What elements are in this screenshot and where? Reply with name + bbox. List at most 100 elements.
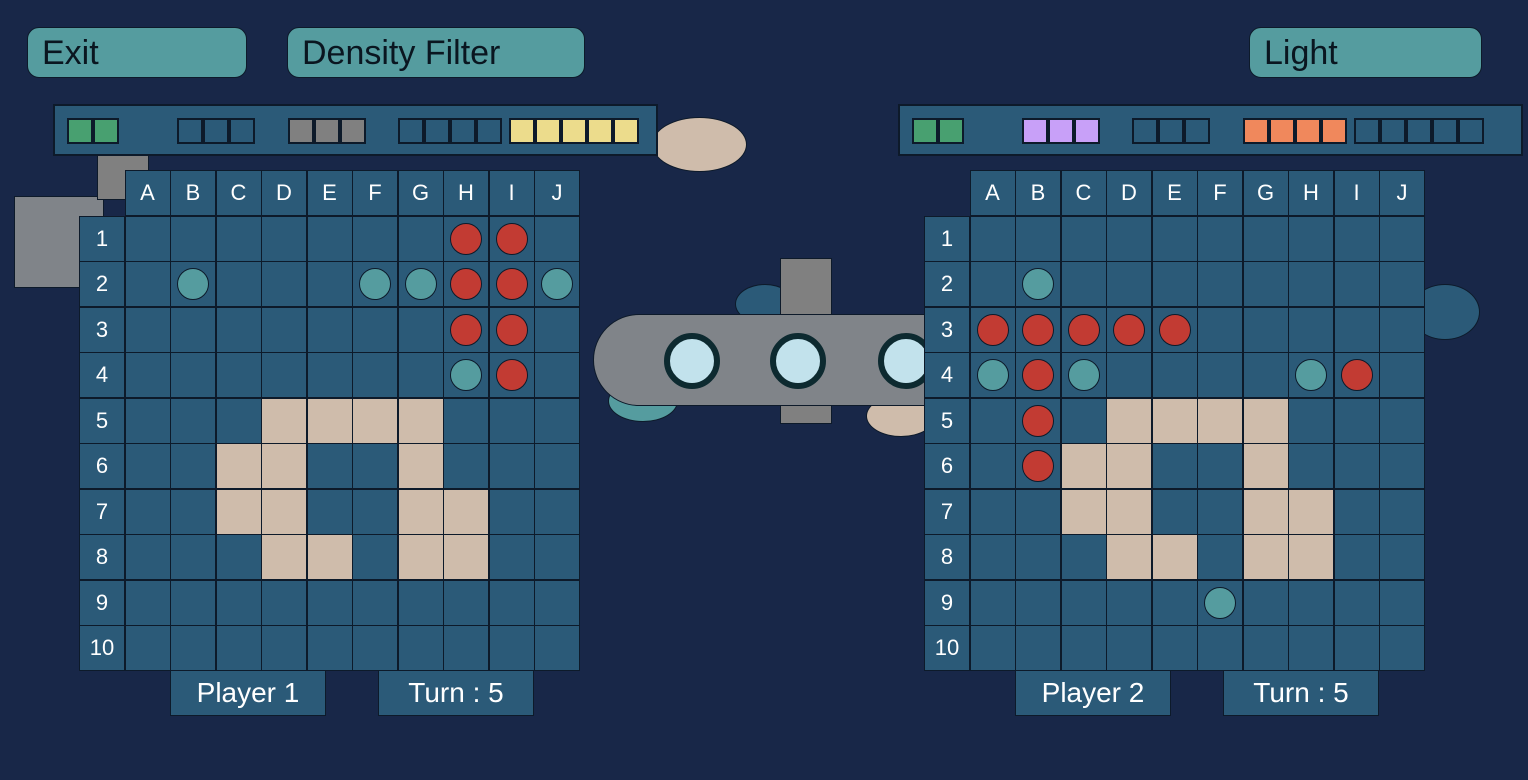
board-cell-G10[interactable] (397, 625, 444, 671)
board-cell-I2[interactable] (488, 261, 535, 307)
board-cell-A8[interactable] (969, 534, 1016, 580)
board-cell-B5[interactable] (1015, 397, 1061, 444)
board-cell-F7[interactable] (352, 488, 398, 535)
board-cell-G4[interactable] (397, 352, 444, 398)
exit-button[interactable]: Exit (27, 27, 247, 78)
board-cell-J9[interactable] (534, 579, 580, 626)
board-cell-J4[interactable] (1379, 352, 1425, 398)
board-cell-C1[interactable] (215, 215, 262, 262)
board-cell-B9[interactable] (170, 579, 216, 626)
board-cell-E4[interactable] (306, 352, 353, 398)
board-cell-H6[interactable] (443, 443, 489, 489)
board-cell-F6[interactable] (1197, 443, 1243, 489)
board-cell-F8[interactable] (1197, 534, 1243, 580)
board-cell-I10[interactable] (488, 625, 535, 671)
board-cell-H9[interactable] (443, 579, 489, 626)
board-cell-G10[interactable] (1242, 625, 1289, 671)
board-cell-E10[interactable] (1151, 625, 1198, 671)
board-cell-B9[interactable] (1015, 579, 1061, 626)
board-cell-I4[interactable] (1333, 352, 1380, 398)
board-cell-H9[interactable] (1288, 579, 1334, 626)
board-cell-B2[interactable] (170, 261, 216, 307)
board-cell-C6[interactable] (1060, 443, 1107, 489)
board-cell-J5[interactable] (1379, 397, 1425, 444)
board-cell-C9[interactable] (1060, 579, 1107, 626)
board-cell-F1[interactable] (352, 215, 398, 262)
board-cell-H2[interactable] (1288, 261, 1334, 307)
board-cell-J10[interactable] (534, 625, 580, 671)
board-cell-I8[interactable] (1333, 534, 1380, 580)
board-cell-F7[interactable] (1197, 488, 1243, 535)
board-cell-B3[interactable] (1015, 306, 1061, 353)
board-cell-D9[interactable] (261, 579, 307, 626)
board-cell-G8[interactable] (1242, 534, 1289, 580)
board-cell-B6[interactable] (170, 443, 216, 489)
board-cell-C8[interactable] (1060, 534, 1107, 580)
board-cell-J2[interactable] (1379, 261, 1425, 307)
board-cell-C3[interactable] (1060, 306, 1107, 353)
board-cell-E5[interactable] (306, 397, 353, 444)
board-cell-A6[interactable] (124, 443, 171, 489)
board-cell-B8[interactable] (170, 534, 216, 580)
board-cell-I3[interactable] (488, 306, 535, 353)
board-cell-G6[interactable] (397, 443, 444, 489)
board-cell-C9[interactable] (215, 579, 262, 626)
board-cell-F4[interactable] (1197, 352, 1243, 398)
density-filter-button[interactable]: Density Filter (287, 27, 585, 78)
board-cell-C5[interactable] (215, 397, 262, 444)
board-cell-J6[interactable] (1379, 443, 1425, 489)
board-cell-A6[interactable] (969, 443, 1016, 489)
board-cell-C7[interactable] (215, 488, 262, 535)
board-cell-H1[interactable] (1288, 215, 1334, 262)
board-cell-J1[interactable] (1379, 215, 1425, 262)
board-cell-E3[interactable] (306, 306, 353, 353)
board-cell-G8[interactable] (397, 534, 444, 580)
board-cell-A3[interactable] (969, 306, 1016, 353)
board-cell-J7[interactable] (1379, 488, 1425, 535)
board-cell-C4[interactable] (215, 352, 262, 398)
board-cell-D2[interactable] (1106, 261, 1152, 307)
board-cell-I5[interactable] (488, 397, 535, 444)
board-cell-A4[interactable] (969, 352, 1016, 398)
board-cell-A5[interactable] (124, 397, 171, 444)
board-cell-E8[interactable] (1151, 534, 1198, 580)
board-cell-I1[interactable] (1333, 215, 1380, 262)
board-cell-H5[interactable] (1288, 397, 1334, 444)
board-cell-A9[interactable] (969, 579, 1016, 626)
board-cell-E1[interactable] (306, 215, 353, 262)
board-cell-B7[interactable] (1015, 488, 1061, 535)
board-cell-A8[interactable] (124, 534, 171, 580)
board-cell-F2[interactable] (352, 261, 398, 307)
board-cell-G5[interactable] (397, 397, 444, 444)
board-cell-G5[interactable] (1242, 397, 1289, 444)
board-cell-A7[interactable] (969, 488, 1016, 535)
board-cell-B3[interactable] (170, 306, 216, 353)
board-cell-C3[interactable] (215, 306, 262, 353)
board-cell-C6[interactable] (215, 443, 262, 489)
board-cell-J4[interactable] (534, 352, 580, 398)
board-cell-D6[interactable] (1106, 443, 1152, 489)
board-cell-J1[interactable] (534, 215, 580, 262)
board-cell-J3[interactable] (1379, 306, 1425, 353)
board-cell-D4[interactable] (1106, 352, 1152, 398)
board-cell-J5[interactable] (534, 397, 580, 444)
board-cell-A10[interactable] (124, 625, 171, 671)
board-cell-I1[interactable] (488, 215, 535, 262)
board-cell-C2[interactable] (1060, 261, 1107, 307)
board-cell-B10[interactable] (1015, 625, 1061, 671)
board-cell-H3[interactable] (443, 306, 489, 353)
board-cell-F4[interactable] (352, 352, 398, 398)
board-cell-E4[interactable] (1151, 352, 1198, 398)
board-cell-B8[interactable] (1015, 534, 1061, 580)
board-cell-F2[interactable] (1197, 261, 1243, 307)
board-cell-E6[interactable] (306, 443, 353, 489)
board-cell-G4[interactable] (1242, 352, 1289, 398)
board-cell-H5[interactable] (443, 397, 489, 444)
board-cell-G9[interactable] (1242, 579, 1289, 626)
board-cell-G3[interactable] (397, 306, 444, 353)
board-cell-J8[interactable] (1379, 534, 1425, 580)
board-cell-H4[interactable] (443, 352, 489, 398)
board-cell-D7[interactable] (261, 488, 307, 535)
board-cell-D5[interactable] (1106, 397, 1152, 444)
board-cell-A1[interactable] (969, 215, 1016, 262)
